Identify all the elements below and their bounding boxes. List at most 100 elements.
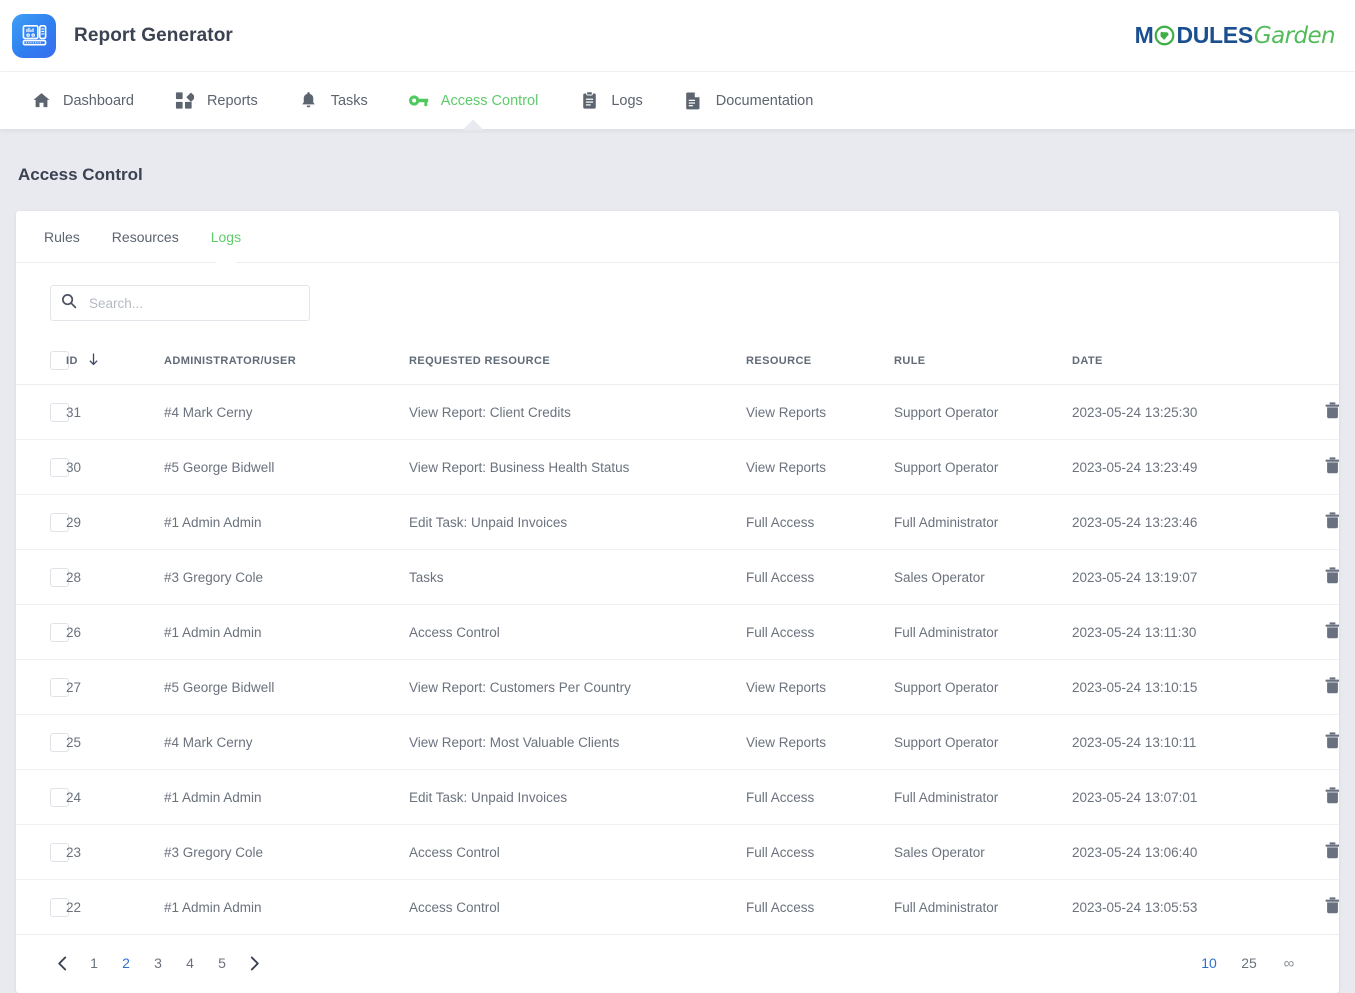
row-actions-cell [1292, 495, 1339, 550]
tab-logs[interactable]: Logs [195, 211, 257, 263]
table-row[interactable]: 31#4 Mark CernyView Report: Client Credi… [16, 385, 1339, 440]
cell-user: #1 Admin Admin [164, 495, 409, 550]
row-select-cell [16, 440, 66, 495]
chevron-right-icon[interactable] [238, 948, 270, 978]
cell-requested-resource: Access Control [409, 880, 746, 935]
cell-user: #5 George Bidwell [164, 660, 409, 715]
table-row[interactable]: 27#5 George BidwellView Report: Customer… [16, 660, 1339, 715]
column-header-user[interactable]: ADMINISTRATOR/USER [164, 341, 409, 385]
nav-item-access-control[interactable]: Access Control [388, 72, 559, 130]
top-bar: Report Generator M DULES Garden [0, 0, 1355, 71]
cell-rule: Support Operator [894, 660, 1072, 715]
row-actions-cell [1292, 385, 1339, 440]
column-header-rule[interactable]: RULE [894, 341, 1072, 385]
cell-id: 29 [66, 495, 164, 550]
trash-icon[interactable] [1325, 842, 1340, 859]
trash-icon[interactable] [1325, 457, 1340, 474]
nav-item-logs[interactable]: Logs [558, 72, 662, 130]
nav-label: Documentation [716, 93, 814, 109]
tab-label: Resources [112, 229, 179, 245]
cell-requested-resource: Access Control [409, 825, 746, 880]
table-row[interactable]: 22#1 Admin AdminAccess ControlFull Acces… [16, 880, 1339, 935]
tab-resources[interactable]: Resources [96, 211, 195, 263]
cell-resource: View Reports [746, 715, 894, 770]
cell-rule: Sales Operator [894, 825, 1072, 880]
page-button-5[interactable]: 5 [206, 948, 238, 978]
cell-user: #3 Gregory Cole [164, 550, 409, 605]
cell-resource: Full Access [746, 550, 894, 605]
nav-label: Access Control [441, 93, 539, 109]
page-button-1[interactable]: 1 [78, 948, 110, 978]
page-button-3[interactable]: 3 [142, 948, 174, 978]
nav-item-dashboard[interactable]: Dashboard [10, 72, 154, 130]
cell-id: 27 [66, 660, 164, 715]
table-row[interactable]: 26#1 Admin AdminAccess ControlFull Acces… [16, 605, 1339, 660]
cell-rule: Full Administrator [894, 770, 1072, 825]
cell-id: 28 [66, 550, 164, 605]
nav-item-documentation[interactable]: Documentation [663, 72, 834, 130]
home-icon [30, 91, 52, 110]
page-title: Access Control [16, 129, 1339, 211]
page-button-2[interactable]: 2 [110, 948, 142, 978]
clipboard-icon [578, 91, 600, 110]
row-actions-cell [1292, 550, 1339, 605]
nav-item-tasks[interactable]: Tasks [278, 72, 388, 130]
tab-rules[interactable]: Rules [28, 211, 96, 263]
modulesgarden-logo: M DULES Garden [1135, 22, 1335, 49]
table-row[interactable]: 25#4 Mark CernyView Report: Most Valuabl… [16, 715, 1339, 770]
row-select-cell [16, 715, 66, 770]
cell-user: #4 Mark Cerny [164, 715, 409, 770]
tab-label: Logs [211, 229, 241, 245]
row-select-cell [16, 550, 66, 605]
nav-item-reports[interactable]: Reports [154, 72, 278, 130]
column-header-resource[interactable]: RESOURCE [746, 341, 894, 385]
brand-dules-text: DULES [1176, 22, 1252, 49]
active-nav-indicator [462, 120, 484, 131]
cell-date: 2023-05-24 13:11:30 [1072, 605, 1292, 660]
trash-icon[interactable] [1325, 567, 1340, 584]
cell-rule: Full Administrator [894, 605, 1072, 660]
row-select-cell [16, 495, 66, 550]
trash-icon[interactable] [1325, 787, 1340, 804]
column-label: ID [66, 355, 78, 367]
search-input[interactable] [89, 296, 299, 311]
column-header-date[interactable]: DATE [1072, 341, 1292, 385]
cell-requested-resource: Tasks [409, 550, 746, 605]
cell-date: 2023-05-24 13:10:11 [1072, 715, 1292, 770]
page-size-25[interactable]: 25 [1229, 948, 1269, 978]
page-button-4[interactable]: 4 [174, 948, 206, 978]
arrow-down-icon[interactable] [88, 353, 99, 369]
page-size-all[interactable]: ∞ [1269, 948, 1309, 978]
trash-icon[interactable] [1325, 622, 1340, 639]
page-size-10[interactable]: 10 [1189, 948, 1229, 978]
table-body: 31#4 Mark CernyView Report: Client Credi… [16, 385, 1339, 935]
table-row[interactable]: 23#3 Gregory ColeAccess ControlFull Acce… [16, 825, 1339, 880]
search-box[interactable] [50, 285, 310, 321]
nav-label: Tasks [331, 93, 368, 109]
cell-date: 2023-05-24 13:25:30 [1072, 385, 1292, 440]
key-icon [408, 91, 430, 110]
cell-resource: View Reports [746, 660, 894, 715]
cell-requested-resource: View Report: Most Valuable Clients [409, 715, 746, 770]
table-row[interactable]: 30#5 George BidwellView Report: Business… [16, 440, 1339, 495]
cell-resource: View Reports [746, 440, 894, 495]
cell-id: 23 [66, 825, 164, 880]
trash-icon[interactable] [1325, 897, 1340, 914]
table-row[interactable]: 28#3 Gregory ColeTasksFull AccessSales O… [16, 550, 1339, 605]
logs-table: ID ADMINISTRATOR/USER REQUESTED RESOURCE… [16, 341, 1339, 935]
trash-icon[interactable] [1325, 677, 1340, 694]
cell-rule: Sales Operator [894, 550, 1072, 605]
table-row[interactable]: 24#1 Admin AdminEdit Task: Unpaid Invoic… [16, 770, 1339, 825]
table-row[interactable]: 29#1 Admin AdminEdit Task: Unpaid Invoic… [16, 495, 1339, 550]
column-header-id[interactable]: ID [66, 341, 164, 385]
column-header-requested-resource[interactable]: REQUESTED RESOURCE [409, 341, 746, 385]
trash-icon[interactable] [1325, 512, 1340, 529]
trash-icon[interactable] [1325, 732, 1340, 749]
chevron-left-icon[interactable] [46, 948, 78, 978]
row-select-cell [16, 770, 66, 825]
cell-resource: Full Access [746, 605, 894, 660]
row-select-cell [16, 385, 66, 440]
cell-rule: Support Operator [894, 440, 1072, 495]
access-control-card: Rules Resources Logs [16, 211, 1339, 993]
trash-icon[interactable] [1325, 402, 1340, 419]
